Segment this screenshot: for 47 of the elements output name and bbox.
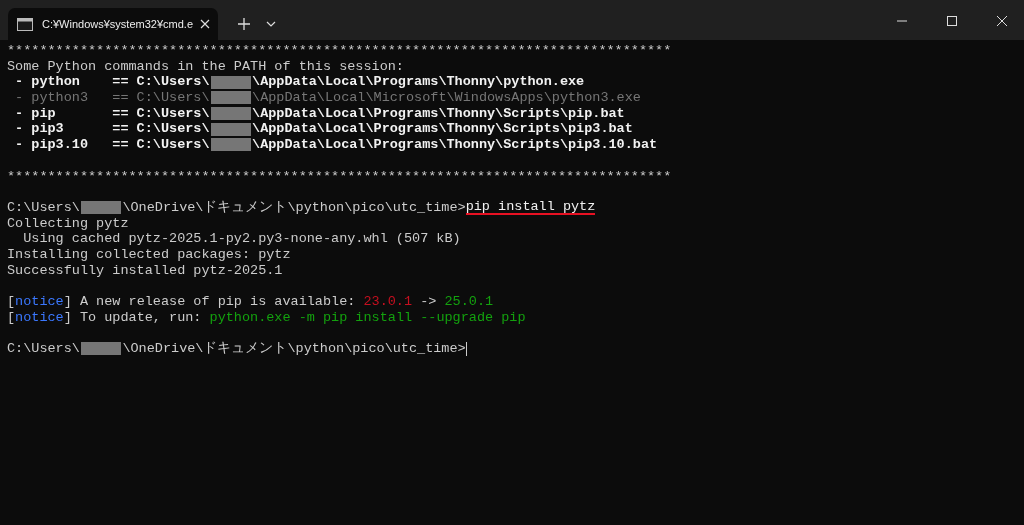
output-text: C:\Users\ [7,199,80,216]
output-text: ] To update, run: [63,309,203,326]
close-icon[interactable] [997,16,1007,26]
output-text: Successfully installed pytz-2025.1 [7,262,283,279]
output-text: \AppData\Local\Microsoft\WindowsApps\python3.exe [252,90,641,106]
notice-label: notice [15,309,64,326]
output-text: [ [7,309,16,326]
redaction-block [210,75,252,89]
chevron-down-icon[interactable] [266,21,276,27]
output-text: - python3 == C:\Users\ [14,90,210,106]
redaction-block [210,138,252,152]
tab-title: C:¥Windows¥system32¥cmd.e [42,18,194,30]
output-text: \AppData\Local\Programs\Thonny\python.exe [252,74,585,91]
terminal-icon [17,17,33,31]
version-text: python.exe -m pip install --upgrade pip [209,309,526,326]
output-text: C:\Users\ [7,341,80,357]
output-text: - pip == C:\Users\ [14,105,210,122]
command-text: pip install pytz [465,200,596,216]
output-text: ********************************************************************************** [7,168,672,185]
output-text: \AppData\Local\Programs\Thonny\Scripts\pip3.10.bat [252,137,658,153]
redaction-block [210,107,252,121]
redaction-block [210,91,252,105]
output-text: Using cached pytz-2025.1-py2.py3-none-any.whl (507 kB) [22,231,461,247]
notice-label: notice [15,294,64,310]
output-text: -> [419,294,438,310]
plus-icon[interactable] [238,18,250,30]
output-text: ********************************************************************************** [7,43,672,59]
redaction-block [210,122,252,136]
version-text: 23.0.1 [363,294,413,310]
output-text: - python == C:\Users\ [14,74,210,91]
redaction-block [80,342,122,356]
output-text: - pip3 == C:\Users\ [14,121,210,138]
output-text: \AppData\Local\Programs\Thonny\Scripts\pip.bat [252,105,625,122]
version-text: 25.0.1 [444,294,494,310]
close-icon[interactable] [200,19,210,29]
output-text: \OneDrive\ドキュメント\python\pico\utc_time> [122,341,466,357]
output-text: \AppData\Local\Programs\Thonny\Scripts\pip3.bat [252,121,633,138]
terminal-tab[interactable]: C:¥Windows¥system32¥cmd.e [8,8,218,40]
redaction-block [80,201,122,215]
output-text: - pip3.10 == C:\Users\ [14,137,210,153]
output-text: Installing collected packages: pytz [7,246,291,263]
output-text: ] A new release of pip is available: [63,294,357,310]
maximize-icon[interactable] [947,16,957,26]
output-text: \OneDrive\ドキュメント\python\pico\utc_time> [122,199,466,216]
output-text: Some Python commands in the PATH of this session: [7,58,404,75]
output-text: Collecting pytz [7,215,129,232]
output-text: [ [7,294,16,310]
